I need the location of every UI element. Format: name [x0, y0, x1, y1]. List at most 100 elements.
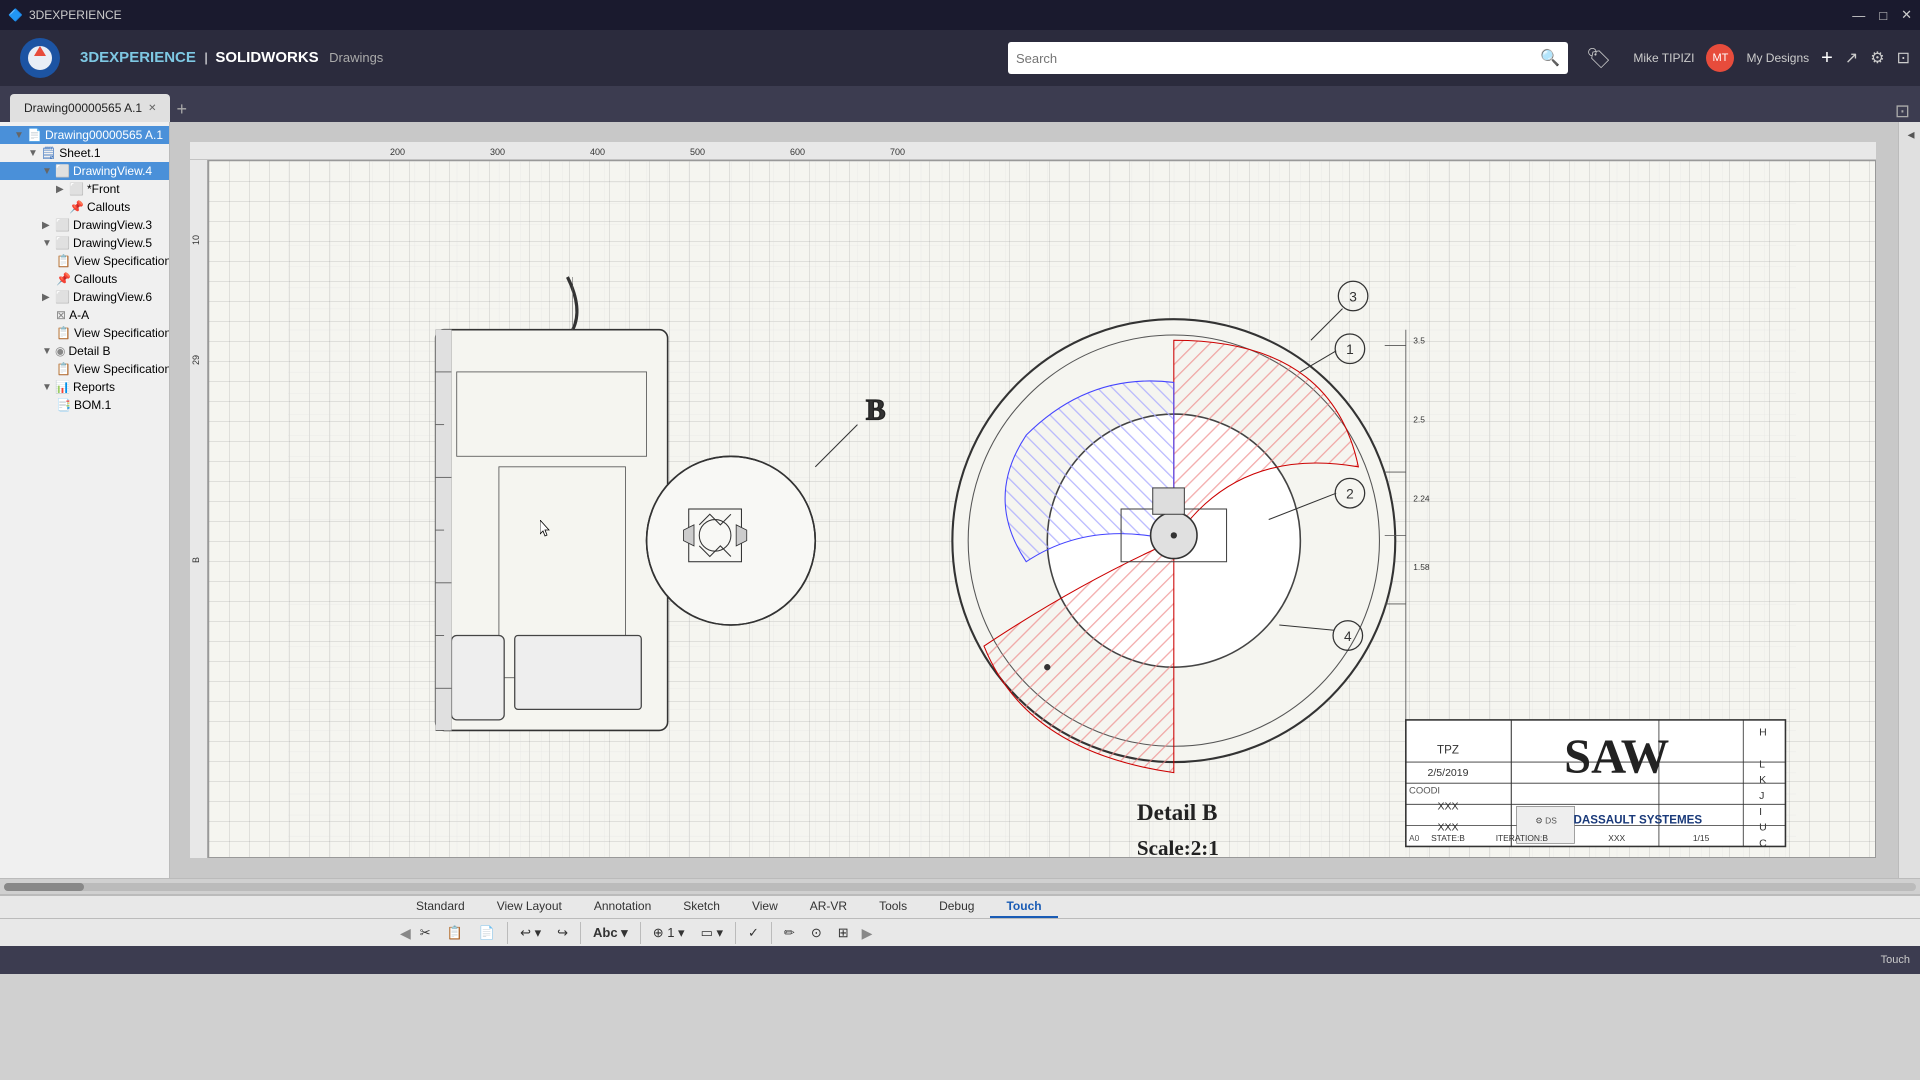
copy-button[interactable]: 📋	[440, 919, 470, 947]
svg-text:2/5/2019: 2/5/2019	[1428, 767, 1469, 779]
user-designs-label[interactable]: My Designs	[1746, 51, 1809, 65]
sidebar-item-viewspec1[interactable]: 📋 View Specification	[0, 252, 169, 270]
svg-text:2.24: 2.24	[1413, 494, 1430, 504]
svg-text:COODI: COODI	[1409, 786, 1440, 797]
snap-button[interactable]: ⊙	[804, 919, 829, 947]
maximize-button[interactable]: □	[1879, 8, 1887, 23]
sidebar-item-callouts2[interactable]: 📌 Callouts	[0, 270, 169, 288]
sidebar-item-callouts1[interactable]: 📌 Callouts	[0, 198, 169, 216]
text-button[interactable]: Abc ▾	[586, 919, 635, 947]
tab-arvr[interactable]: AR-VR	[794, 896, 863, 918]
add-button[interactable]: +	[1821, 47, 1833, 70]
draw-button[interactable]: ✏	[777, 919, 802, 947]
sidebar-item-front[interactable]: ▶ ⬜ *Front	[0, 180, 169, 198]
collapse-icon[interactable]: ▼	[42, 346, 52, 357]
svg-text:2: 2	[1346, 486, 1354, 501]
user-name-label: Mike TIPIZI	[1633, 51, 1694, 65]
scrollbar-horizontal[interactable]	[0, 878, 1920, 894]
sidebar-item-drawingview3[interactable]: ▶ ⬜ DrawingView.3	[0, 216, 169, 234]
tab-annotation[interactable]: Annotation	[578, 896, 667, 918]
minimize-button[interactable]: —	[1852, 8, 1865, 23]
verify-button[interactable]: ✓	[741, 919, 766, 947]
grid-button[interactable]: ⊞	[831, 919, 856, 947]
collapse-icon[interactable]: ▼	[42, 238, 52, 249]
toolbar-sep-2	[580, 922, 581, 944]
user-avatar[interactable]: MT	[1706, 44, 1734, 72]
sidebar-aa-label: A-A	[69, 308, 89, 322]
front-icon: ⬜	[69, 182, 84, 196]
spec-icon: 📋	[56, 254, 71, 268]
search-input[interactable]	[1016, 51, 1540, 66]
settings-icon[interactable]: ⚙	[1870, 48, 1884, 68]
expand-icon[interactable]: ⊡	[1897, 48, 1910, 68]
zoom-button[interactable]: ⊕ 1 ▾	[646, 919, 692, 947]
svg-text:1/15: 1/15	[1693, 833, 1710, 843]
collapse-icon[interactable]: ▼	[42, 382, 52, 393]
sidebar-item-bom1[interactable]: 📑 BOM.1	[0, 396, 169, 414]
search-bar[interactable]: 🔍	[1008, 42, 1568, 74]
sidebar-item-viewspec2[interactable]: 📋 View Specification	[0, 324, 169, 342]
collapse-icon[interactable]: ▶	[56, 184, 66, 195]
expand-panel-icon[interactable]: ⊡	[1895, 101, 1910, 122]
drawing-svg: B	[209, 161, 1875, 857]
sidebar-front-label: *Front	[87, 182, 120, 196]
tabbar: Drawing00000565 A.1 ✕ + ⊡	[0, 86, 1920, 122]
main-area: ▼ 📄 Drawing00000565 A.1 ▼ 🗒 Sheet.1 ▼ ⬜ …	[0, 122, 1920, 878]
sidebar-item-drawing[interactable]: ▼ 📄 Drawing00000565 A.1	[0, 126, 169, 144]
svg-text:200: 200	[390, 147, 405, 157]
drawing-paper: B	[208, 160, 1876, 858]
svg-text:DASSAULT SYSTEMES: DASSAULT SYSTEMES	[1574, 813, 1703, 826]
tab-close-icon[interactable]: ✕	[148, 103, 156, 114]
collapse-icon[interactable]: ▼	[28, 148, 38, 159]
sidebar-item-detailb[interactable]: ▼ ◉ Detail B	[0, 342, 169, 360]
cursor-icon	[540, 520, 552, 538]
sidebar-item-drawingview5[interactable]: ▼ ⬜ DrawingView.5	[0, 234, 169, 252]
canvas-area[interactable]: 200 300 400 500 600 700 10 29 B	[170, 122, 1898, 878]
tab-sketch[interactable]: Sketch	[667, 896, 736, 918]
collapse-icon[interactable]: ▶	[42, 292, 52, 303]
sidebar-item-viewspec3[interactable]: 📋 View Specification	[0, 360, 169, 378]
titlebar-title: 3DEXPERIENCE	[29, 8, 122, 22]
fit-button[interactable]: ▭ ▾	[694, 919, 730, 947]
sidebar-item-drawingview4[interactable]: ▼ ⬜ DrawingView.4	[0, 162, 169, 180]
tab-view[interactable]: View	[736, 896, 794, 918]
undo-button[interactable]: ↩ ▾	[513, 919, 548, 947]
svg-text:Scale:2:1: Scale:2:1	[1137, 836, 1219, 857]
tab-drawing-label: Drawing00000565 A.1	[24, 101, 142, 115]
sidebar-viewspec3-label: View Specification	[74, 362, 170, 376]
tab-standard[interactable]: Standard	[400, 896, 481, 918]
sidebar-item-sheet1[interactable]: ▼ 🗒 Sheet.1	[0, 144, 169, 162]
redo-button[interactable]: ↪	[550, 919, 575, 947]
svg-text:J: J	[1759, 790, 1764, 802]
collapse-icon[interactable]: ▼	[42, 166, 52, 177]
sidebar-item-aa[interactable]: ⊠ A-A	[0, 306, 169, 324]
cut-button[interactable]: ✂	[413, 919, 438, 947]
tab-tools[interactable]: Tools	[863, 896, 923, 918]
close-button[interactable]: ✕	[1901, 7, 1912, 23]
ruler-top-svg: 200 300 400 500 600 700	[190, 142, 1876, 160]
svg-text:U: U	[1759, 822, 1767, 834]
paste-button[interactable]: 📄	[472, 919, 502, 947]
bookmarks-icon[interactable]: 🏷	[1586, 46, 1611, 71]
ruler-top: 200 300 400 500 600 700	[190, 142, 1876, 160]
tab-debug[interactable]: Debug	[923, 896, 990, 918]
topbar: 3DEXPERIENCE | SOLIDWORKS Drawings 🔍 🏷 M…	[0, 30, 1920, 86]
sidebar-callouts1-label: Callouts	[87, 200, 130, 214]
detail-icon: ◉	[55, 344, 65, 358]
sidebar-item-drawingview6[interactable]: ▶ ⬜ DrawingView.6	[0, 288, 169, 306]
sidebar-item-reports[interactable]: ▼ 📊 Reports	[0, 378, 169, 396]
search-button[interactable]: 🔍	[1540, 48, 1560, 68]
tab-drawing[interactable]: Drawing00000565 A.1 ✕	[10, 94, 170, 122]
right-panel: ▶	[1898, 122, 1920, 878]
scroll-thumb[interactable]	[4, 883, 84, 891]
scroll-track[interactable]	[4, 883, 1916, 891]
tab-touch[interactable]: Touch	[990, 896, 1057, 918]
toolbar-row: ◀ ✂ 📋 📄 ↩ ▾ ↪ Abc ▾ ⊕ 1 ▾ ▭ ▾ ✓ ✏ ⊙ ⊞ ▶	[0, 919, 1920, 947]
collapse-icon[interactable]: ▼	[14, 130, 24, 141]
collapse-icon[interactable]: ▶	[42, 220, 52, 231]
share-icon[interactable]: ↗	[1845, 48, 1858, 68]
svg-text:B: B	[866, 394, 886, 426]
tab-viewlayout[interactable]: View Layout	[481, 896, 578, 918]
tab-add-button[interactable]: +	[176, 99, 187, 122]
sidebar-detailb-label: Detail B	[68, 344, 110, 358]
